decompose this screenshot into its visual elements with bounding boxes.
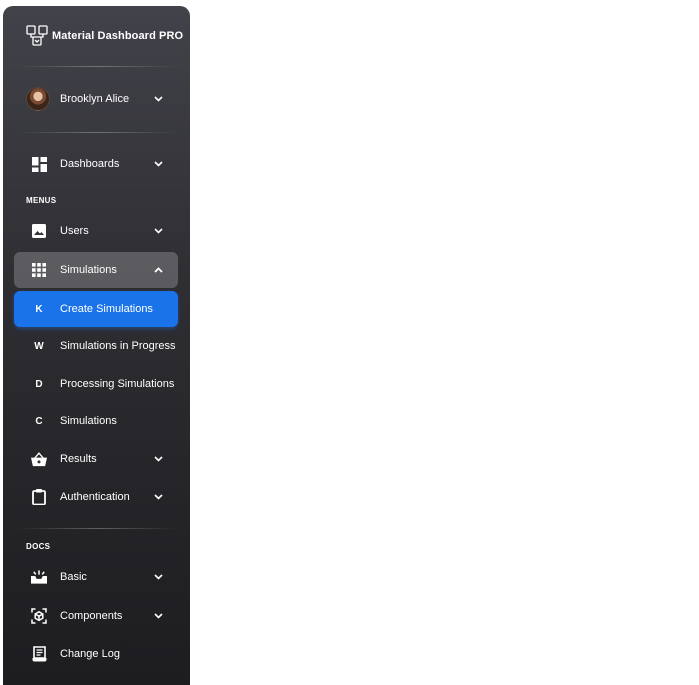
user-name: Brooklyn Alice xyxy=(60,93,130,105)
sidebar-item-basic[interactable]: Basic xyxy=(14,559,178,595)
image-icon xyxy=(31,223,47,239)
clipboard-icon xyxy=(31,489,47,505)
sidebar-item-label: Simulations in Progress xyxy=(60,340,176,352)
brand-title: Material Dashboard PRO xyxy=(52,30,184,42)
section-title-docs: DOCS xyxy=(26,542,51,551)
sidebar-item-users[interactable]: Users xyxy=(14,213,178,249)
grid-icon xyxy=(31,262,47,278)
sidebar-item-label: Components xyxy=(60,610,123,622)
basket-icon xyxy=(31,451,47,467)
sidebar-item-change-log[interactable]: Change Log xyxy=(14,636,178,672)
subitem-letter: W xyxy=(34,340,44,352)
sidebar-item-authentication[interactable]: Authentication xyxy=(14,479,178,515)
sidebar-subitem-create-simulations[interactable]: K Create Simulations xyxy=(14,291,178,327)
receipt-icon xyxy=(31,646,47,662)
chevron-down-icon xyxy=(153,454,163,464)
divider xyxy=(17,132,177,133)
logo-icon xyxy=(26,25,48,47)
chevron-down-icon xyxy=(153,572,163,582)
sidebar-item-label: Dashboards xyxy=(60,158,120,170)
section-title-menus: MENUS xyxy=(26,196,57,205)
subitem-letter: C xyxy=(35,415,43,427)
sidebar: Material Dashboard PRO Brooklyn Alice Da… xyxy=(3,6,190,685)
sidebar-subitem-simulations-in-progress[interactable]: W Simulations in Progress xyxy=(14,328,178,364)
brand[interactable]: Material Dashboard PRO xyxy=(3,6,190,66)
upcoming-icon xyxy=(31,569,47,585)
sidebar-item-label: Users xyxy=(60,225,89,237)
user-menu[interactable]: Brooklyn Alice xyxy=(14,84,178,114)
sidebar-item-label: Change Log xyxy=(60,648,120,660)
divider xyxy=(17,66,177,67)
chevron-down-icon xyxy=(153,611,163,621)
sidebar-item-label: Results xyxy=(60,453,97,465)
avatar xyxy=(26,87,50,111)
divider xyxy=(17,528,177,529)
sidebar-subitem-processing-simulations[interactable]: D Processing Simulations xyxy=(14,366,178,402)
chevron-down-icon xyxy=(153,94,163,104)
sidebar-item-components[interactable]: Components xyxy=(14,598,178,634)
sidebar-item-label: Basic xyxy=(60,571,87,583)
sidebar-item-dashboards[interactable]: Dashboards xyxy=(14,146,178,182)
sidebar-item-label: Simulations xyxy=(60,415,117,427)
chevron-down-icon xyxy=(153,159,163,169)
sidebar-subitem-simulations[interactable]: C Simulations xyxy=(14,403,178,439)
sidebar-item-label: Create Simulations xyxy=(60,303,153,315)
chevron-up-icon xyxy=(153,265,163,275)
sidebar-item-label: Authentication xyxy=(60,491,130,503)
dashboard-icon xyxy=(31,156,47,172)
sidebar-item-results[interactable]: Results xyxy=(14,441,178,477)
sidebar-item-label: Processing Simulations xyxy=(60,378,175,390)
subitem-letter: K xyxy=(35,303,43,315)
sidebar-item-simulations[interactable]: Simulations xyxy=(14,252,178,288)
sidebar-item-label: Simulations xyxy=(60,264,117,276)
chevron-down-icon xyxy=(153,492,163,502)
view-in-ar-icon xyxy=(31,608,47,624)
subitem-letter: D xyxy=(35,378,43,390)
chevron-down-icon xyxy=(153,226,163,236)
